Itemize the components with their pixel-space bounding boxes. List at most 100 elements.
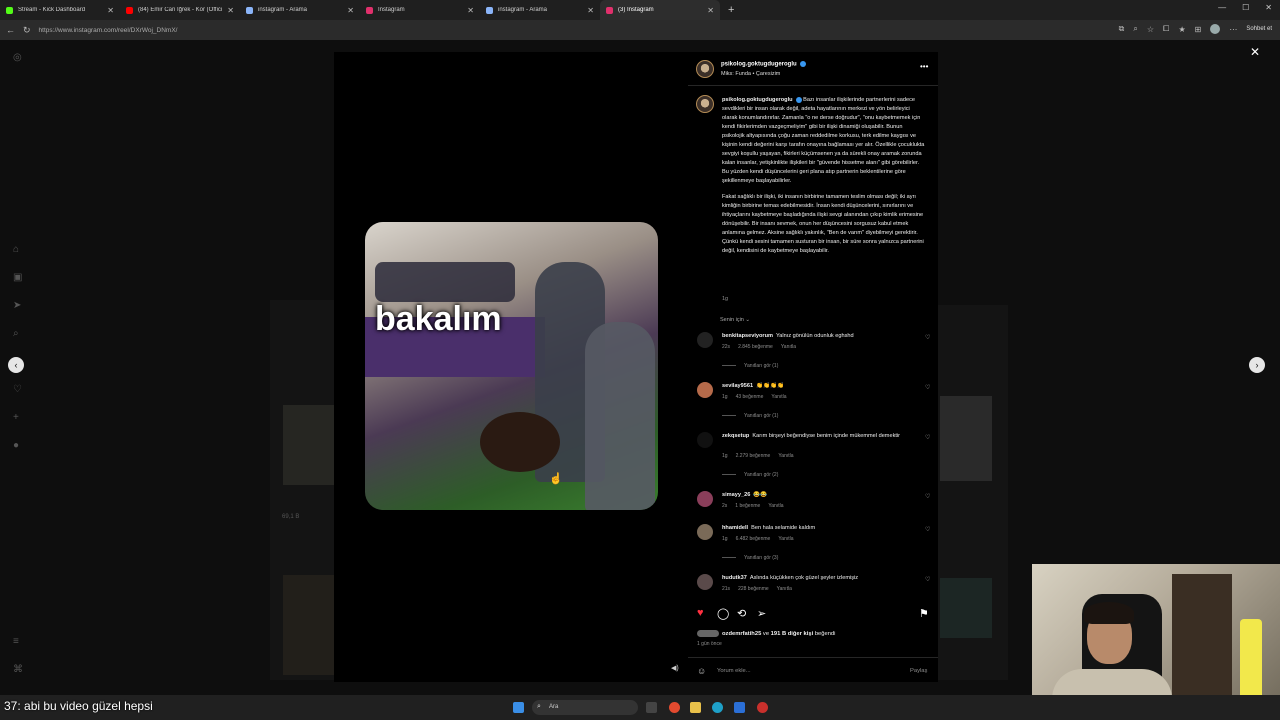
more-options-icon[interactable]: ••• bbox=[920, 62, 928, 71]
zoom-icon[interactable]: ⌕ bbox=[1133, 24, 1137, 34]
next-arrow-icon[interactable]: › bbox=[1249, 357, 1265, 373]
view-replies-button[interactable]: Yanıtları gör (1) bbox=[722, 413, 778, 419]
comment-author[interactable]: zekqsetup bbox=[722, 433, 749, 439]
tab-instagram-active[interactable]: (3) Instagram ✕ bbox=[600, 0, 720, 20]
tab-search-2[interactable]: instagram - Arama ✕ bbox=[480, 0, 600, 20]
url-field[interactable]: https://www.instagram.com/reel/DXrWoj_DN… bbox=[39, 27, 178, 34]
reply-button[interactable]: Yanıtla bbox=[778, 453, 793, 459]
close-window-icon[interactable]: ✕ bbox=[1265, 3, 1272, 12]
search-icon[interactable]: ⌕ bbox=[13, 328, 19, 339]
translate-icon[interactable]: ⧉ bbox=[1119, 24, 1125, 34]
tab-kick-dashboard[interactable]: Stream - Kick Dashboard ✕ bbox=[0, 0, 120, 20]
view-replies-button[interactable]: Yanıtları gör (3) bbox=[722, 555, 778, 561]
avatar[interactable] bbox=[696, 95, 714, 113]
view-replies-button[interactable]: Yanıtları gör (1) bbox=[722, 363, 778, 369]
close-tab-icon[interactable]: ✕ bbox=[467, 6, 474, 15]
previous-arrow-icon[interactable]: ‹ bbox=[8, 357, 24, 373]
reload-icon[interactable]: ↻ bbox=[23, 25, 31, 36]
comment-likes[interactable]: 228 beğenme bbox=[738, 586, 769, 592]
comment-author[interactable]: simayy_26 bbox=[722, 492, 750, 498]
like-comment-icon[interactable]: ♡ bbox=[925, 576, 930, 583]
file-explorer-icon[interactable] bbox=[690, 702, 701, 713]
close-tab-icon[interactable]: ✕ bbox=[107, 6, 114, 15]
comment-likes[interactable]: 2.279 beğenme bbox=[736, 453, 771, 459]
comment-sort-dropdown[interactable]: Senin için ⌄ bbox=[720, 317, 750, 323]
comment-author[interactable]: benkitapseviyorum bbox=[722, 333, 773, 339]
save-icon[interactable]: ⚑ bbox=[919, 607, 929, 620]
audio-icon[interactable]: ◀) bbox=[671, 664, 679, 672]
profile-icon[interactable]: ● bbox=[13, 440, 19, 451]
app-icon[interactable] bbox=[757, 702, 768, 713]
avatar[interactable] bbox=[697, 524, 713, 540]
like-comment-icon[interactable]: ♡ bbox=[925, 434, 930, 441]
repost-icon[interactable]: ⟲ bbox=[737, 607, 746, 620]
avatar[interactable] bbox=[696, 60, 714, 78]
reply-button[interactable]: Yanıtla bbox=[768, 503, 783, 509]
avatar[interactable] bbox=[697, 332, 713, 348]
comment-likes[interactable]: 43 beğenme bbox=[736, 394, 764, 400]
audio-label[interactable]: Miks: Funda • Çaresizim bbox=[721, 71, 780, 77]
reply-button[interactable]: Yanıtla bbox=[778, 536, 793, 542]
close-tab-icon[interactable]: ✕ bbox=[707, 6, 714, 15]
close-tab-icon[interactable]: ✕ bbox=[347, 6, 354, 15]
comment-author[interactable]: hhamidell bbox=[722, 525, 748, 531]
tab-search-1[interactable]: instagram - Arama ✕ bbox=[240, 0, 360, 20]
extensions-icon[interactable]: ⧠ bbox=[1163, 24, 1169, 34]
avatar[interactable] bbox=[697, 382, 713, 398]
instagram-logo-icon[interactable]: ◎ bbox=[13, 52, 22, 63]
comment-likes[interactable]: 1 beğenme bbox=[735, 503, 760, 509]
comment-input[interactable]: Yorum ekle... bbox=[717, 668, 751, 674]
reply-button[interactable]: Yanıtla bbox=[777, 586, 792, 592]
notifications-icon[interactable]: ♡ bbox=[13, 384, 22, 395]
home-icon[interactable]: ⌂ bbox=[13, 244, 19, 255]
avatar[interactable] bbox=[697, 574, 713, 590]
maximize-icon[interactable]: ☐ bbox=[1242, 3, 1249, 12]
post-author[interactable]: psikolog.goktugdugeroglu bbox=[721, 61, 806, 68]
meta-icon[interactable]: ⌘ bbox=[13, 664, 23, 675]
view-replies-button[interactable]: Yanıtları gör (2) bbox=[722, 472, 778, 478]
collections-icon[interactable]: ⊞ bbox=[1195, 25, 1202, 34]
comment-author[interactable]: hudutk37 bbox=[722, 575, 747, 581]
comment-author[interactable]: sevilay9561 bbox=[722, 383, 753, 389]
app-icon[interactable] bbox=[669, 702, 680, 713]
avatar[interactable] bbox=[697, 491, 713, 507]
comment-likes[interactable]: 6.482 beğenme bbox=[736, 536, 771, 542]
favorites-bar-icon[interactable]: ★ bbox=[1178, 25, 1185, 34]
reel-video[interactable]: bakalım bbox=[365, 222, 658, 510]
like-comment-icon[interactable]: ♡ bbox=[925, 526, 930, 533]
minimize-icon[interactable]: — bbox=[1218, 3, 1226, 12]
reply-button[interactable]: Yanıtla bbox=[781, 344, 796, 350]
favorite-icon[interactable]: ☆ bbox=[1147, 25, 1154, 34]
comment-likes[interactable]: 2.845 beğenme bbox=[738, 344, 773, 350]
caption-author[interactable]: psikolog.goktugdugeroglu bbox=[722, 97, 793, 103]
reels-icon[interactable]: ▣ bbox=[13, 272, 22, 283]
like-comment-icon[interactable]: ♡ bbox=[925, 493, 930, 500]
task-view-icon[interactable] bbox=[646, 702, 657, 713]
back-icon[interactable]: ← bbox=[6, 25, 15, 35]
profile-avatar[interactable] bbox=[1210, 24, 1221, 34]
copilot-chat-button[interactable]: Sohbet et bbox=[1246, 26, 1272, 32]
windows-start-icon[interactable] bbox=[513, 702, 524, 713]
create-icon[interactable]: + bbox=[13, 412, 19, 423]
share-icon[interactable]: ➢ bbox=[757, 607, 766, 620]
reply-button[interactable]: Yanıtla bbox=[771, 394, 786, 400]
menu-icon[interactable]: ⋯ bbox=[1229, 25, 1237, 34]
tab-youtube[interactable]: (84) Emir Can İğrek - Kor (Official ✕ bbox=[120, 0, 240, 20]
direct-icon[interactable]: ➤ bbox=[13, 300, 21, 311]
more-menu-icon[interactable]: ≡ bbox=[13, 636, 19, 647]
taskbar-search[interactable]: Ara bbox=[532, 700, 638, 715]
close-tab-icon[interactable]: ✕ bbox=[227, 6, 234, 15]
avatar[interactable] bbox=[697, 432, 713, 448]
new-tab-button[interactable]: + bbox=[728, 4, 734, 16]
edge-icon[interactable] bbox=[712, 702, 723, 713]
like-comment-icon[interactable]: ♡ bbox=[925, 384, 930, 391]
store-icon[interactable] bbox=[734, 702, 745, 713]
post-comment-button[interactable]: Paylaş bbox=[910, 668, 927, 674]
like-comment-icon[interactable]: ♡ bbox=[925, 334, 930, 341]
close-icon[interactable]: ✕ bbox=[1250, 45, 1260, 59]
close-tab-icon[interactable]: ✕ bbox=[587, 6, 594, 15]
emoji-icon[interactable]: ☺ bbox=[697, 666, 706, 676]
comment-icon[interactable]: ◯ bbox=[717, 607, 729, 620]
liked-by[interactable]: ozdemrfatih25 ve 191 B diğer kişi beğend… bbox=[697, 630, 835, 637]
like-icon[interactable]: ♥ bbox=[697, 607, 704, 619]
